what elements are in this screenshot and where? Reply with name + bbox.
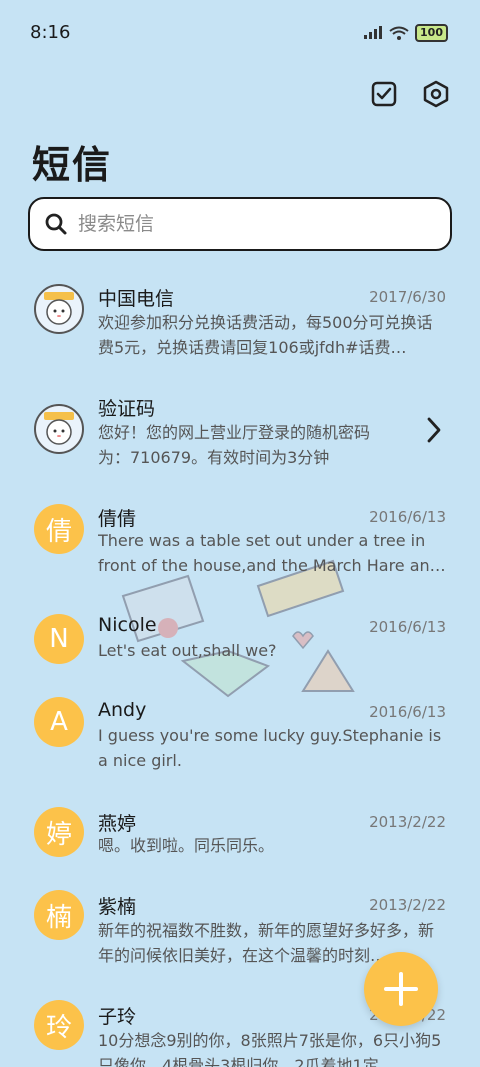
- settings-hexagon-icon[interactable]: [420, 78, 452, 110]
- search-input[interactable]: [78, 213, 408, 235]
- message-preview: Let's eat out,shall we?: [98, 641, 277, 660]
- message-date: 2017/6/30: [369, 288, 446, 306]
- message-date: 2016/6/13: [369, 618, 446, 636]
- message-date: 2013/2/22: [369, 896, 446, 914]
- contact-name: 子玲: [98, 1006, 137, 1028]
- message-date: 2016/6/13: [369, 508, 446, 526]
- message-preview: 10分想念9别的你，8张照片7张是你，6只小狗5只像你，4根骨头3根归你，2瓜着…: [98, 1031, 442, 1067]
- message-preview: 欢迎参加积分兑换话费活动，每500分可兑换话费5元，兑换话费请回复106或jfd…: [98, 313, 433, 357]
- battery-indicator: 100: [415, 24, 448, 42]
- contact-name: 倩倩: [98, 508, 137, 530]
- avatar: [34, 284, 84, 334]
- contact-name: 验证码: [98, 398, 156, 420]
- signal-icon: [364, 26, 383, 39]
- search-icon: [45, 213, 67, 235]
- status-time: 8:16: [30, 22, 71, 43]
- list-item[interactable]: A Andy 2016/6/13 I guess you're some luc…: [0, 691, 480, 801]
- chevron-right-icon[interactable]: [426, 416, 442, 444]
- contact-name: Nicole: [98, 614, 157, 636]
- list-item[interactable]: 婷 燕婷 2013/2/22 嗯。收到啦。同乐同乐。: [0, 801, 480, 886]
- message-preview: There was a table set out under a tree i…: [98, 531, 446, 575]
- avatar: A: [34, 697, 84, 747]
- message-preview: 嗯。收到啦。同乐同乐。: [98, 836, 275, 855]
- contact-name: Andy: [98, 699, 147, 721]
- message-date: 2013/2/22: [369, 813, 446, 831]
- page-title: 短信: [32, 143, 113, 187]
- list-item[interactable]: 倩 倩倩 2016/6/13 There was a table set out…: [0, 496, 480, 606]
- contact-name: 中国电信: [98, 288, 175, 310]
- top-actions: [368, 78, 452, 110]
- list-item[interactable]: 中国电信 2017/6/30 欢迎参加积分兑换话费活动，每500分可兑换话费5元…: [0, 276, 480, 386]
- message-date: 2016/6/13: [369, 703, 446, 721]
- search-bar[interactable]: [28, 197, 452, 251]
- message-preview: 您好！您的网上营业厅登录的随机密码为：710679。有效时间为3分钟: [98, 423, 371, 467]
- avatar: 婷: [34, 807, 84, 857]
- wifi-icon: [389, 26, 409, 40]
- checkbox-icon[interactable]: [368, 78, 400, 110]
- avatar: N: [34, 614, 84, 664]
- status-icons: 100: [363, 24, 448, 42]
- contact-name: 燕婷: [98, 813, 137, 835]
- list-item[interactable]: 验证码 您好！您的网上营业厅登录的随机密码为：710679。有效时间为3分钟: [0, 386, 480, 496]
- cat-avatar-icon: [44, 412, 74, 445]
- avatar: [34, 404, 84, 454]
- plus-icon: [384, 972, 418, 1006]
- contact-name: 紫楠: [98, 896, 137, 918]
- new-message-button[interactable]: [364, 952, 438, 1026]
- avatar: 倩: [34, 504, 84, 554]
- message-preview: I guess you're some lucky guy.Stephanie …: [98, 726, 442, 770]
- avatar: 玲: [34, 1000, 84, 1050]
- avatar: 楠: [34, 890, 84, 940]
- list-item[interactable]: N Nicole 2016/6/13 Let's eat out,shall w…: [0, 606, 480, 691]
- cat-avatar-icon: [44, 292, 74, 325]
- status-bar: 8:16 100: [0, 0, 480, 68]
